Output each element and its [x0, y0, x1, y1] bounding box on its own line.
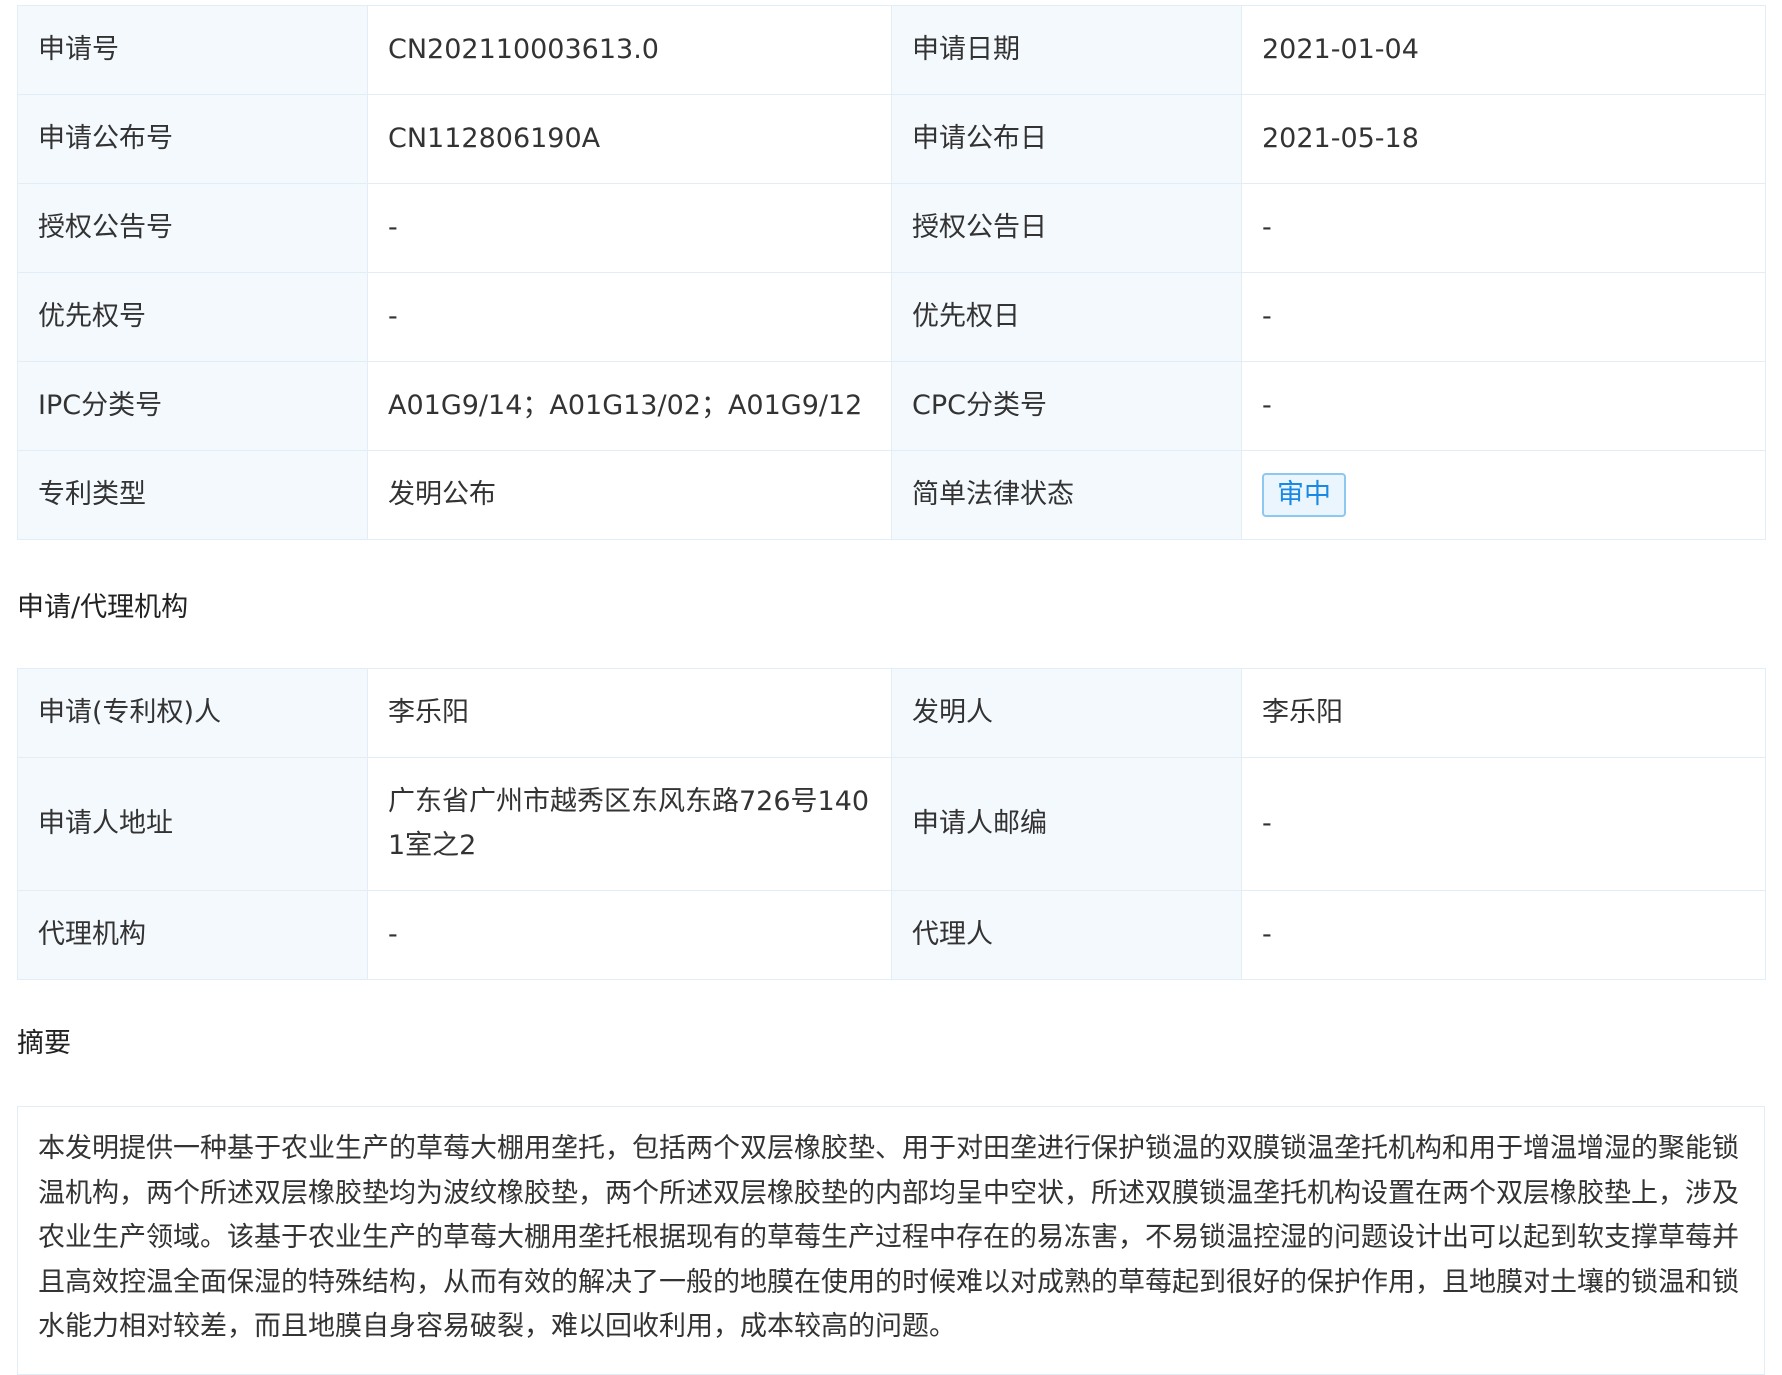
- label-cpc: CPC分类号: [891, 361, 1242, 451]
- label-applicant-postcode: 申请人邮编: [891, 757, 1242, 891]
- label-grant-date: 授权公告日: [891, 183, 1242, 273]
- value-publication-number: CN112806190A: [367, 94, 892, 184]
- section-title-agent: 申请/代理机构: [17, 592, 189, 623]
- section-title-abstract: 摘要: [17, 1028, 71, 1059]
- value-grant-number: -: [367, 183, 892, 273]
- table-row: IPC分类号 A01G9/14；A01G13/02；A01G9/12 CPC分类…: [17, 361, 1766, 451]
- label-patent-type: 专利类型: [17, 450, 368, 540]
- label-priority-number: 优先权号: [17, 272, 368, 362]
- value-applicant-postcode: -: [1241, 757, 1766, 891]
- value-cpc: -: [1241, 361, 1766, 451]
- value-ipc: A01G9/14；A01G13/02；A01G9/12: [367, 361, 892, 451]
- label-grant-number: 授权公告号: [17, 183, 368, 273]
- table-row: 授权公告号 - 授权公告日 -: [17, 183, 1766, 273]
- patent-detail: 申请号 CN202110003613.0 申请日期 2021-01-04 申请公…: [17, 5, 1766, 1375]
- applicant-agent-table: 申请(专利权)人 李乐阳 发明人 李乐阳 申请人地址 广东省广州市越秀区东风东路…: [17, 668, 1766, 980]
- value-agency: -: [367, 890, 892, 980]
- label-agency: 代理机构: [17, 890, 368, 980]
- patent-basic-info-table: 申请号 CN202110003613.0 申请日期 2021-01-04 申请公…: [17, 5, 1766, 540]
- label-inventor: 发明人: [891, 668, 1242, 758]
- abstract-text: 本发明提供一种基于农业生产的草莓大棚用垄托，包括两个双层橡胶垫、用于对田垄进行保…: [17, 1106, 1765, 1375]
- table-row: 专利类型 发明公布 简单法律状态 审中: [17, 450, 1766, 540]
- label-applicant-address: 申请人地址: [17, 757, 368, 891]
- value-patent-type: 发明公布: [367, 450, 892, 540]
- value-application-number: CN202110003613.0: [367, 5, 892, 95]
- value-application-date: 2021-01-04: [1241, 5, 1766, 95]
- value-publication-date: 2021-05-18: [1241, 94, 1766, 184]
- table-row: 优先权号 - 优先权日 -: [17, 272, 1766, 362]
- label-application-number: 申请号: [17, 5, 368, 95]
- value-applicant-address: 广东省广州市越秀区东风东路726号1401室之2: [367, 757, 892, 891]
- label-application-date: 申请日期: [891, 5, 1242, 95]
- label-ipc: IPC分类号: [17, 361, 368, 451]
- label-agent: 代理人: [891, 890, 1242, 980]
- label-legal-status: 简单法律状态: [891, 450, 1242, 540]
- label-publication-date: 申请公布日: [891, 94, 1242, 184]
- value-grant-date: -: [1241, 183, 1766, 273]
- label-priority-date: 优先权日: [891, 272, 1242, 362]
- status-badge: 审中: [1262, 473, 1346, 517]
- label-publication-number: 申请公布号: [17, 94, 368, 184]
- value-inventor: 李乐阳: [1241, 668, 1766, 758]
- value-agent: -: [1241, 890, 1766, 980]
- value-applicant: 李乐阳: [367, 668, 892, 758]
- table-row: 代理机构 - 代理人 -: [17, 890, 1766, 980]
- table-row: 申请人地址 广东省广州市越秀区东风东路726号1401室之2 申请人邮编 -: [17, 757, 1766, 891]
- table-row: 申请(专利权)人 李乐阳 发明人 李乐阳: [17, 668, 1766, 758]
- table-row: 申请公布号 CN112806190A 申请公布日 2021-05-18: [17, 94, 1766, 184]
- label-applicant: 申请(专利权)人: [17, 668, 368, 758]
- value-priority-date: -: [1241, 272, 1766, 362]
- table-row: 申请号 CN202110003613.0 申请日期 2021-01-04: [17, 5, 1766, 95]
- value-priority-number: -: [367, 272, 892, 362]
- value-legal-status: 审中: [1241, 450, 1766, 540]
